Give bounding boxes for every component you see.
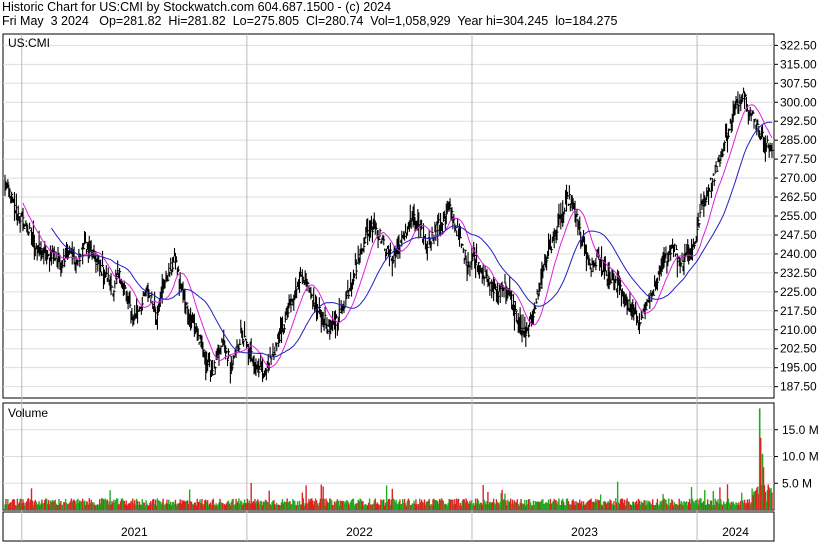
price-tick-label: 285.00 — [780, 133, 817, 147]
chart-page: Historic Chart for US:CMI by Stockwatch.… — [0, 0, 830, 543]
year-label: 2022 — [346, 525, 373, 539]
price-tick-label: 315.00 — [780, 57, 817, 71]
price-tick-label: 262.50 — [780, 190, 817, 204]
price-tick-label: 307.50 — [780, 76, 817, 90]
volume-tick-label: 10.0 M — [782, 450, 819, 464]
price-tick-label: 210.00 — [780, 323, 817, 337]
year-label: 2021 — [121, 525, 148, 539]
price-tick-label: 232.50 — [780, 266, 817, 280]
price-tick-label: 247.50 — [780, 228, 817, 242]
moving-average-slow — [50, 121, 773, 358]
price-tick-label: 195.00 — [780, 361, 817, 375]
price-tick-label: 202.50 — [780, 342, 817, 356]
date-axis-frame — [2, 511, 775, 542]
chart-frames — [2, 33, 775, 542]
price-tick-label: 217.50 — [780, 304, 817, 318]
price-tick-label: 300.00 — [780, 95, 817, 109]
volume-title: Volume — [8, 406, 48, 420]
price-tick-label: 292.50 — [780, 114, 817, 128]
price-tick-label: 277.50 — [780, 152, 817, 166]
price-tick-label: 255.00 — [780, 209, 817, 223]
year-label: 2024 — [722, 525, 749, 539]
symbol-label: US:CMI — [8, 36, 50, 50]
volume-tick-label: 15.0 M — [782, 423, 819, 437]
volume-tick-label: 5.0 M — [782, 476, 812, 490]
stock-chart: 322.50 315.00 307.50 300.00 292.50 285.00 277.… — [2, 33, 819, 542]
price-tick-label: 225.00 — [780, 285, 817, 299]
price-tick-label: 187.50 — [780, 380, 817, 394]
moving-average-fast — [22, 104, 773, 368]
grid-lines — [3, 34, 778, 541]
price-tick-label: 270.00 — [780, 171, 817, 185]
year-label: 2023 — [571, 525, 598, 539]
moving-averages — [22, 104, 773, 368]
volume-bars — [4, 408, 773, 510]
price-bars — [4, 87, 774, 384]
price-tick-label: 322.50 — [780, 38, 817, 52]
price-tick-label: 240.00 — [780, 247, 817, 261]
